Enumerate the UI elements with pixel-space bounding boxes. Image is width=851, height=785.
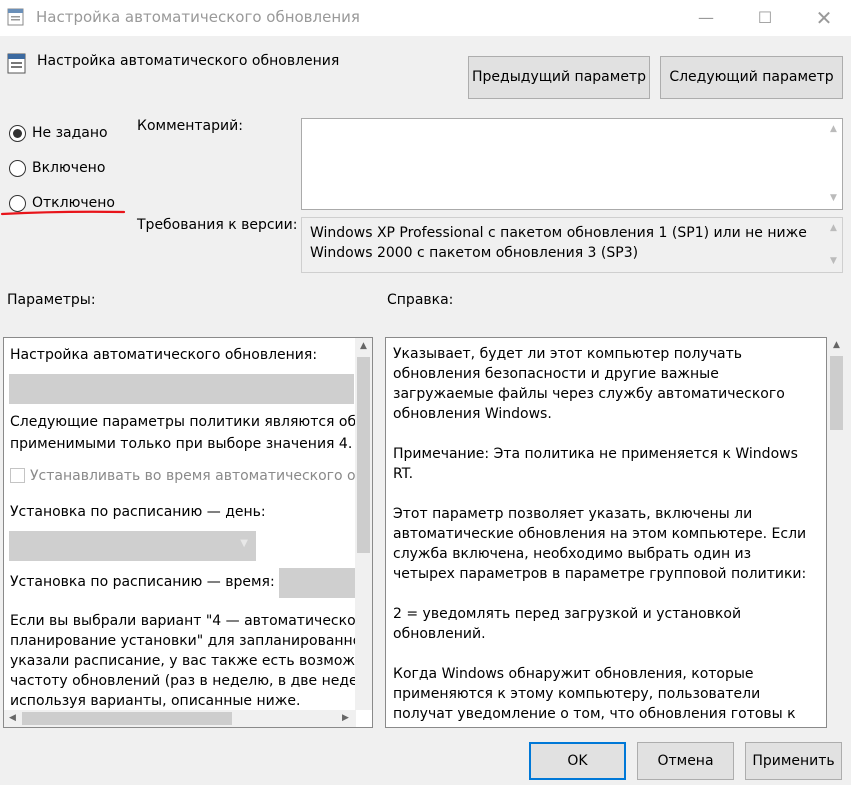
help-pane: Указывает, будет ли этот компьютер получ… <box>385 337 827 728</box>
options-pane: Настройка автоматического обновления: Сл… <box>3 337 373 728</box>
scroll-down-icon[interactable]: ▼ <box>825 253 842 270</box>
scroll-up-icon[interactable]: ▲ <box>355 338 372 355</box>
schedule-day-label: Установка по расписанию — день: <box>10 504 266 520</box>
radio-enabled[interactable]: Включено <box>9 157 105 179</box>
options-vertical-scrollbar[interactable]: ▲ <box>355 338 372 710</box>
radio-indicator[interactable] <box>9 159 26 177</box>
scroll-left-icon[interactable]: ◀ <box>4 710 21 727</box>
help-paragraph: Этот параметр позволяет указать, включен… <box>393 506 807 582</box>
schedule-time-label: Установка по расписанию — время: <box>10 574 275 590</box>
radio-indicator[interactable] <box>9 124 26 142</box>
previous-setting-button[interactable]: Предыдущий параметр <box>468 56 650 99</box>
comment-label: Комментарий: <box>137 118 243 134</box>
title-bar: Настройка автоматического обновления — ☐… <box>0 0 851 36</box>
help-paragraph: 2 = уведомлять перед загрузкой и установ… <box>393 606 742 642</box>
help-vertical-scrollbar[interactable]: ▲ <box>828 337 845 728</box>
help-paragraph: Указывает, будет ли этот компьютер получ… <box>393 346 785 422</box>
policy-app-icon <box>7 8 24 26</box>
info-line: планирование установки" для запланирован… <box>10 633 373 649</box>
scroll-thumb[interactable] <box>22 712 232 725</box>
requirements-scrollbar[interactable]: ▲ ▼ <box>825 218 842 272</box>
scroll-up-icon[interactable]: ▲ <box>828 337 845 354</box>
scroll-right-icon[interactable]: ▶ <box>337 710 354 727</box>
ok-button[interactable]: OK <box>529 742 626 780</box>
help-paragraph: Примечание: Эта политика не применяется … <box>393 446 798 482</box>
help-text: Указывает, будет ли этот компьютер получ… <box>393 344 813 727</box>
maintenance-install-checkbox[interactable] <box>10 468 25 483</box>
policy-title: Настройка автоматического обновления <box>37 53 340 69</box>
comment-scrollbar[interactable]: ▲ ▼ <box>825 119 842 209</box>
info-line: указали расписание, у вас также есть воз… <box>10 653 373 669</box>
schedule-time-dropdown[interactable] <box>279 568 355 598</box>
requirements-line: Windows XP Professional с пакетом обновл… <box>310 225 807 241</box>
info-line: Если вы выбрали вариант "4 — автоматичес… <box>10 613 373 629</box>
window-title: Настройка автоматического обновления <box>36 8 360 26</box>
options-horizontal-scrollbar[interactable]: ◀ ▶ <box>4 710 356 727</box>
scroll-thumb[interactable] <box>830 356 843 430</box>
minimize-icon[interactable]: — <box>683 0 729 36</box>
cancel-button[interactable]: Отмена <box>637 742 734 780</box>
required-note-line: Следующие параметры политики являются об… <box>10 414 373 430</box>
radio-label: Не задано <box>32 125 108 141</box>
checkbox-label: Устанавливать во время автоматического о… <box>30 468 373 484</box>
comment-textarea[interactable]: ▲ ▼ <box>301 118 843 210</box>
next-setting-button[interactable]: Следующий параметр <box>660 56 843 99</box>
chevron-down-icon: ▼ <box>240 538 248 549</box>
scroll-thumb[interactable] <box>357 357 370 553</box>
info-line: используя варианты, описанные ниже. <box>10 693 301 709</box>
help-label: Справка: <box>387 292 454 308</box>
apply-button[interactable]: Применить <box>745 742 842 780</box>
red-annotation-underline <box>0 210 126 216</box>
scroll-up-icon[interactable]: ▲ <box>825 121 842 138</box>
requirements-label: Требования к версии: <box>137 217 298 233</box>
help-paragraph: Когда Windows обнаружит обновления, кото… <box>393 666 796 727</box>
policy-setting-icon <box>7 53 26 74</box>
schedule-day-dropdown[interactable]: ▼ <box>9 531 256 561</box>
update-mode-dropdown[interactable] <box>9 374 354 404</box>
maximize-icon[interactable]: ☐ <box>742 0 788 36</box>
setting-label: Настройка автоматического обновления: <box>10 347 318 363</box>
radio-label: Включено <box>32 160 106 176</box>
requirements-box: Windows XP Professional с пакетом обновл… <box>301 217 843 273</box>
radio-not-configured[interactable]: Не задано <box>9 122 108 144</box>
close-icon[interactable]: ✕ <box>801 0 847 36</box>
info-line: частоту обновлений (раз в неделю, в две … <box>10 673 373 689</box>
scroll-up-icon[interactable]: ▲ <box>825 220 842 237</box>
params-label: Параметры: <box>7 292 96 308</box>
scroll-down-icon[interactable]: ▼ <box>825 190 842 207</box>
requirements-line: Windows 2000 с пакетом обновления 3 (SP3… <box>310 245 639 261</box>
required-note-line: применимыми только при выборе значения 4… <box>10 436 353 452</box>
